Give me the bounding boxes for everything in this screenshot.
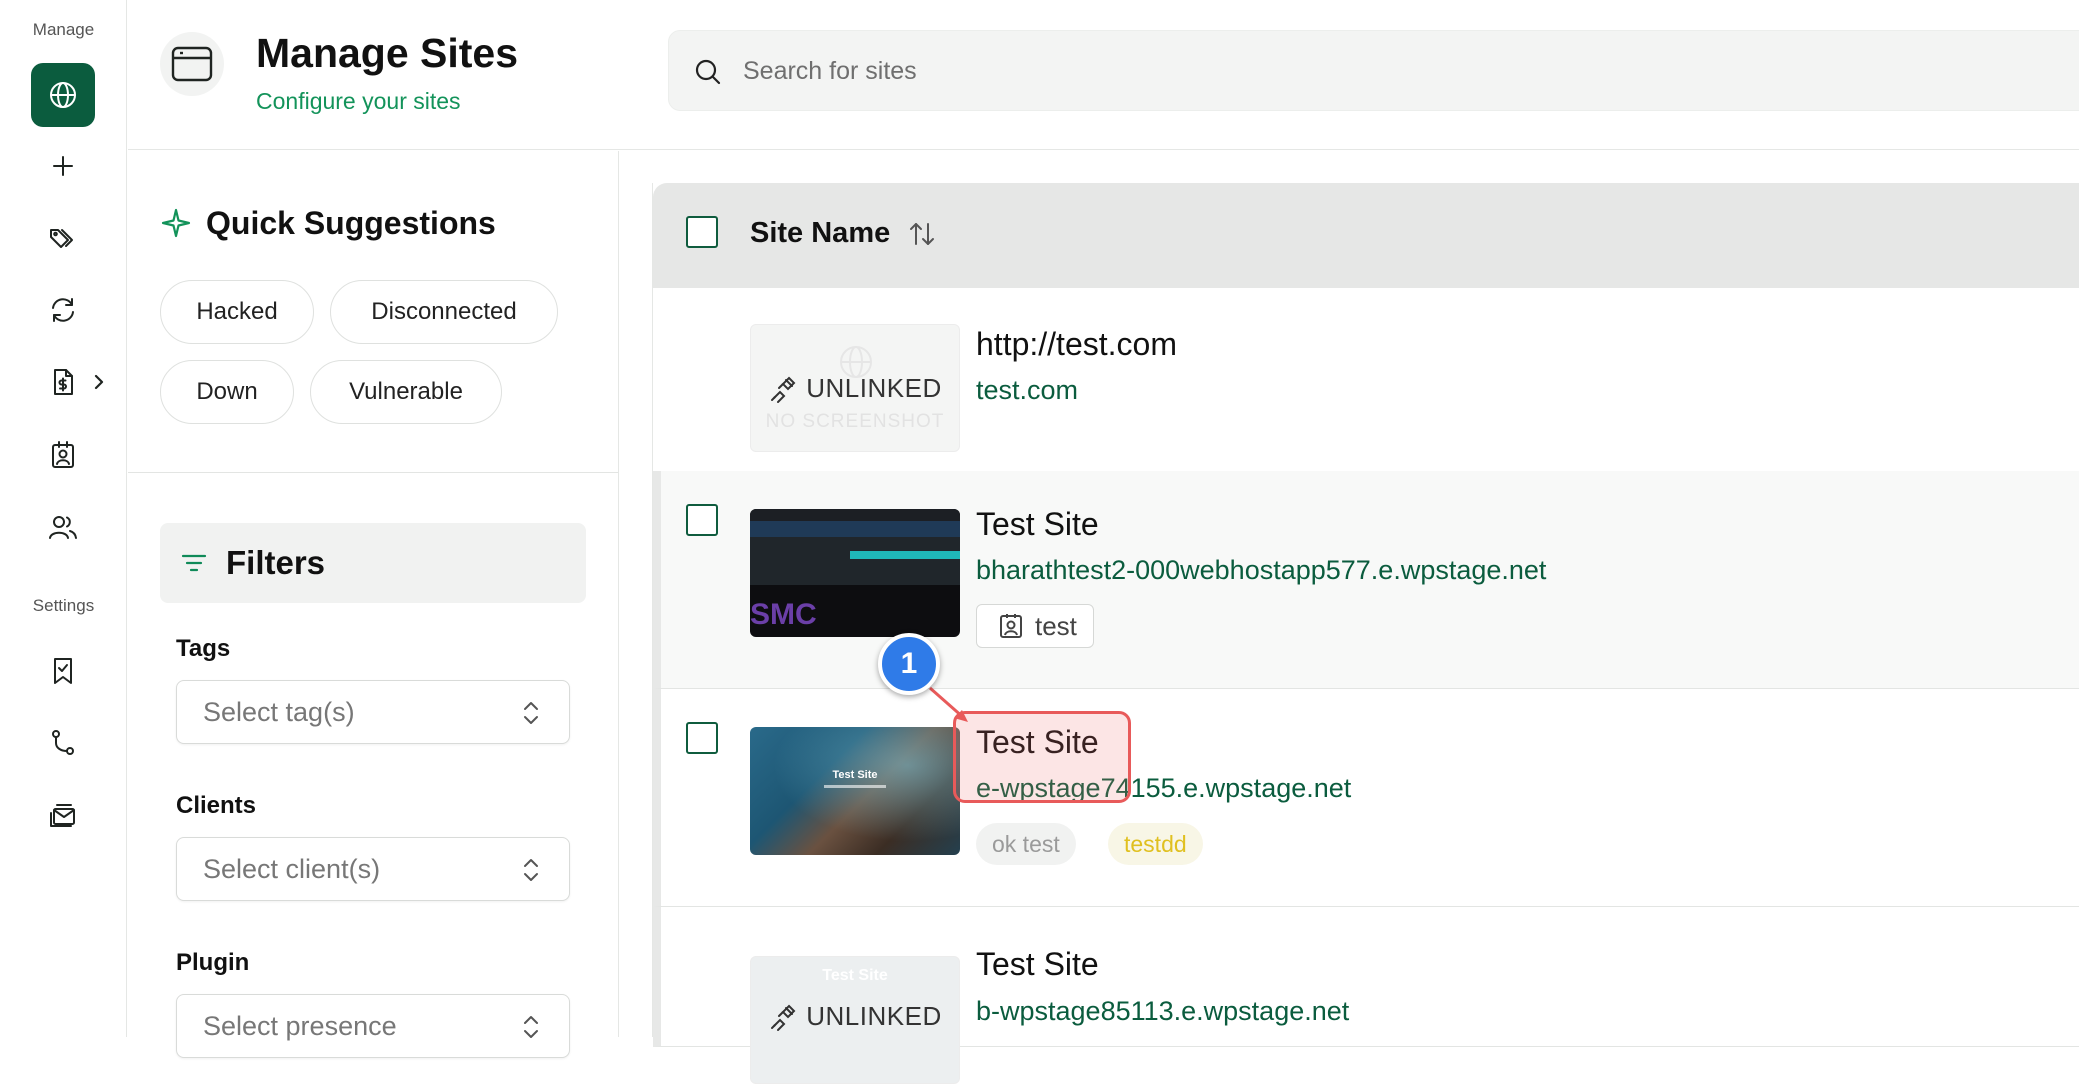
site-thumbnail[interactable]: Test Site: [750, 727, 960, 855]
plugin-label: Plugin: [176, 949, 250, 976]
ghost-site-title: Test Site: [822, 967, 888, 984]
search-bar: [668, 30, 2079, 111]
nav-sites-button[interactable]: [31, 63, 95, 127]
nav-users-button[interactable]: [31, 495, 95, 559]
chip-vulnerable[interactable]: Vulnerable: [310, 360, 502, 424]
chip-hacked[interactable]: Hacked: [160, 280, 314, 344]
unlinked-badge: UNLINKED: [751, 1001, 959, 1032]
nav-integrations-button[interactable]: [31, 711, 95, 775]
git-branch-icon: [52, 730, 74, 755]
sort-arrows-icon[interactable]: [907, 219, 937, 249]
clients-label: Clients: [176, 792, 257, 819]
nav-clients-button[interactable]: [31, 423, 95, 487]
site-name[interactable]: Test Site: [976, 506, 1099, 543]
users-icon: [49, 516, 77, 539]
tags-select[interactable]: Select tag(s): [176, 680, 570, 744]
client-icon: [52, 441, 74, 468]
table-row[interactable]: Test Site UNLINKED Test Site b-wpstage85…: [653, 907, 2079, 1084]
sites-table: Site Name NO SCREENSHOT UNLINKED http://…: [652, 183, 2079, 1084]
tags-icon: [50, 229, 73, 248]
refresh-icon: [52, 298, 74, 322]
plugin-select[interactable]: Select presence: [176, 994, 570, 1058]
chevron-updown-icon: [521, 699, 541, 727]
site-name[interactable]: http://test.com: [976, 326, 1177, 363]
page-subtitle: Configure your sites: [256, 88, 461, 114]
site-thumbnail[interactable]: NO SCREENSHOT UNLINKED: [750, 324, 960, 452]
site-url[interactable]: bharathtest2-000webhostapp577.e.wpstage.…: [976, 555, 1546, 586]
annotation-badge: 1: [878, 633, 940, 695]
unlink-plug-icon: [771, 1004, 796, 1031]
tags-select-placeholder: Select tag(s): [203, 696, 355, 727]
site-thumbnail[interactable]: SMC: [750, 509, 960, 637]
client-tag[interactable]: test: [976, 604, 1094, 648]
row-checkbox[interactable]: [686, 504, 718, 536]
nav-email-button[interactable]: [31, 783, 95, 847]
panel-divider: [128, 472, 618, 473]
chevron-updown-icon: [521, 856, 541, 884]
clients-select-placeholder: Select client(s): [203, 853, 381, 884]
globe-icon: [50, 82, 76, 108]
filter-panel: Quick Suggestions Hacked Disconnected Do…: [128, 151, 619, 1058]
report-icon: [54, 369, 73, 395]
nav-add-site-button[interactable]: [31, 134, 95, 198]
table-row[interactable]: SMC Test Site bharathtest2-000webhostapp…: [653, 471, 2079, 689]
plus-icon: [53, 156, 73, 176]
page-title: Manage Sites: [256, 30, 519, 76]
mail-stack-icon: [50, 804, 75, 827]
no-screenshot-text: NO SCREENSHOT: [765, 411, 945, 432]
search-input[interactable]: [743, 49, 2043, 93]
chevron-right-icon[interactable]: [92, 372, 106, 392]
table-header: Site Name: [653, 183, 2079, 288]
nav-tags-button[interactable]: [31, 206, 95, 270]
manage-section-label: Manage: [32, 20, 95, 39]
chip-disconnected[interactable]: Disconnected: [330, 280, 558, 344]
select-all-checkbox[interactable]: [686, 216, 718, 248]
chip-down[interactable]: Down: [160, 360, 294, 424]
site-url[interactable]: test.com: [976, 375, 1078, 406]
filters-title: Filters: [226, 544, 326, 581]
quick-suggestions-title: Quick Suggestions: [206, 204, 496, 241]
client-tag-label: test: [1035, 610, 1077, 641]
page-header: Manage Sites Configure your sites: [128, 0, 2079, 150]
column-site-name: Site Name: [750, 217, 891, 249]
filter-lines-icon: [181, 554, 207, 572]
tags-label: Tags: [176, 635, 231, 662]
site-tag[interactable]: ok test: [976, 823, 1076, 865]
unlinked-label: UNLINKED: [806, 373, 942, 403]
settings-section-label: Settings: [32, 596, 95, 615]
table-row[interactable]: Test Site Test Site e-wpstage74155.e.wps…: [653, 689, 2079, 907]
left-nav-rail: Manage Settings: [0, 0, 127, 1037]
site-name[interactable]: Test Site: [976, 946, 1099, 983]
browser-window-icon: [160, 32, 224, 96]
nav-sync-button[interactable]: [31, 278, 95, 342]
unlinked-label: UNLINKED: [806, 1001, 942, 1031]
filters-header: Filters: [160, 523, 586, 603]
quick-suggestions-header: Quick Suggestions: [160, 203, 496, 243]
site-tag[interactable]: testdd: [1108, 823, 1203, 865]
row-checkbox[interactable]: [686, 722, 718, 754]
nav-reports-button[interactable]: [31, 350, 95, 414]
search-icon: [693, 57, 723, 87]
site-thumbnail[interactable]: Test Site UNLINKED: [750, 956, 960, 1084]
unlinked-badge: UNLINKED: [751, 373, 959, 404]
client-icon: [1000, 614, 1022, 638]
site-url[interactable]: b-wpstage85113.e.wpstage.net: [976, 996, 1349, 1027]
bookmark-icon: [54, 658, 72, 684]
sparkle-icon: [161, 208, 191, 238]
nav-bookmarks-button[interactable]: [31, 639, 95, 703]
clients-select[interactable]: Select client(s): [176, 837, 570, 901]
unlink-plug-icon: [771, 376, 796, 403]
